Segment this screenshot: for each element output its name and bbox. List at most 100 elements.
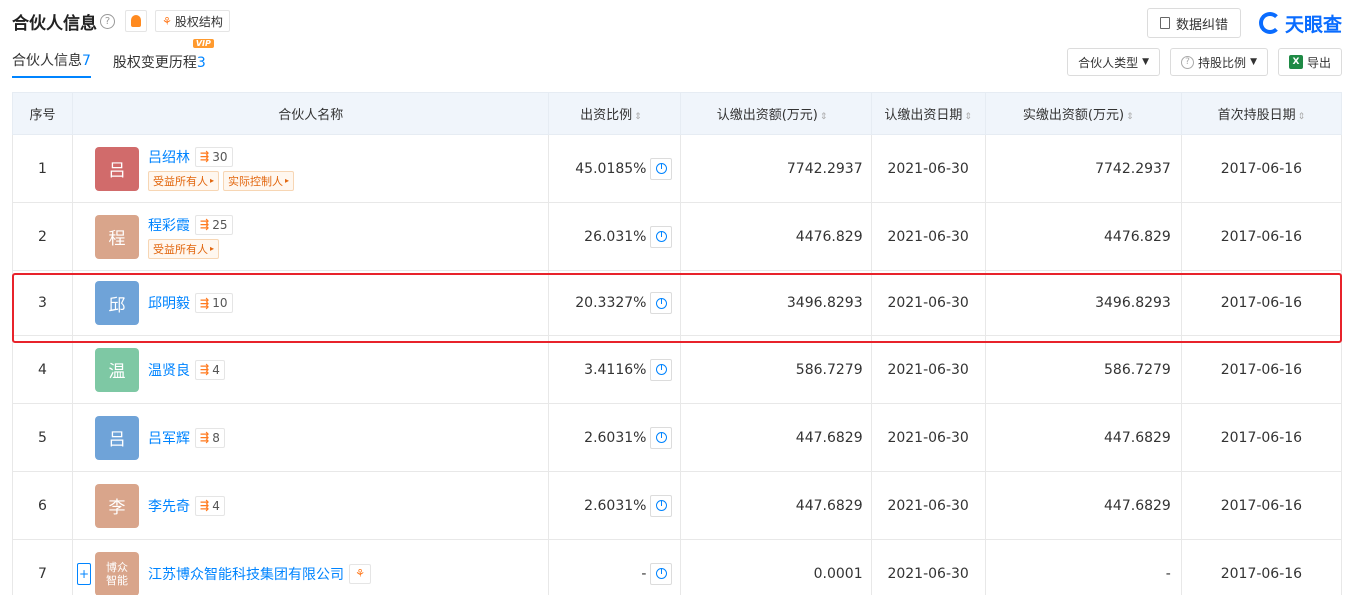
help-icon: ? [1181,55,1195,69]
role-tags: 受益所有人 ▸ 实际控制人 ▸ [148,170,298,191]
cell-subscribed-date: 2021-06-30 [870,270,986,336]
pie-chart-button[interactable] [650,225,673,248]
table-row: 2 程程彩霞 ⇶ 25 受益所有人 ▸ 26.031% 4476.829 2021-06-30 4… [11,202,1343,271]
tab-label: 合伙人信息 [12,53,82,69]
cell-first-date: 2017-06-16 [1180,270,1343,336]
holdings-badge[interactable]: ⇶ 25 [195,214,233,235]
monitor-button[interactable] [125,10,147,32]
table-row: 7 + 博众智能 江苏博众智能科技集团有限公司 ⚘ -0.0001 2021-06-30-2… [11,539,1343,595]
cell-index: 7 [11,539,74,595]
avatar: 程 [95,214,140,259]
holdings-badge[interactable]: ⇶ 4 [195,495,225,516]
expand-button[interactable]: + [77,562,92,585]
cell-ratio: 26.031% [548,202,682,271]
pie-chart-button[interactable] [650,494,673,517]
role-tag[interactable]: 受益所有人 ▸ [148,238,220,259]
col-header-name: 合伙人名称 [72,92,550,135]
equity-structure-button[interactable]: ⚘ 股权结构 [155,10,230,32]
role-tags: 受益所有人 ▸ [148,238,233,259]
avatar: 吕 [95,415,140,460]
pie-chart-icon [655,163,667,174]
pie-chart-button[interactable] [650,426,673,449]
partner-name-link[interactable]: 程彩霞 [148,215,190,235]
table-row: 4 温温贤良 ⇶ 4 3.4116% 586.7279 2021-06-30 586.7279… [11,335,1343,404]
cell-ratio: 45.0185% [548,134,682,203]
table-row: 5 吕吕军辉 ⇶ 8 2.6031% 447.6829 2021-06-30 447.6829… [11,403,1343,472]
top-right-bar: 数据纠错 天眼查 [1146,8,1342,38]
cell-paid: 447.6829 [984,403,1182,472]
partner-name-link[interactable]: 邱明毅 [148,293,190,313]
partner-name-link[interactable]: 李先奇 [148,496,190,516]
cell-first-date: 2017-06-16 [1180,134,1343,203]
partner-type-filter[interactable]: 合伙人类型 ▼ [1067,48,1161,76]
cell-subscribed: 3496.8293 [680,270,872,336]
pie-chart-button[interactable] [650,562,673,585]
partner-name-link[interactable]: 吕军辉 [148,428,190,448]
col-header-index: 序号 [11,92,74,135]
holdings-icon: ⇶ [200,218,210,231]
excel-icon: X [1288,55,1303,69]
sort-icon: ⇕ [634,112,642,122]
caret-down-icon: ▼ [1142,57,1150,67]
pie-chart-icon [655,568,667,579]
tab-bar: 合伙人信息7 股权变更历程3 VIP [12,39,228,78]
holdings-badge[interactable]: ⇶ 4 [195,359,225,380]
col-header-paid[interactable]: 实缴出资额(万元) ⇕ [984,92,1182,135]
logo-icon [1258,12,1281,34]
sort-icon: ⇕ [964,112,972,122]
pie-chart-button[interactable] [650,157,673,180]
document-icon [1159,17,1170,29]
cell-first-date: 2017-06-16 [1180,471,1343,540]
cell-index: 1 [11,134,74,203]
partner-type-label: 合伙人类型 [1078,55,1139,70]
holdings-badge[interactable]: ⇶ 10 [195,293,233,313]
cell-name: 程程彩霞 ⇶ 25 受益所有人 ▸ [72,202,550,271]
partner-name-link[interactable]: 吕绍林 [148,147,190,167]
pie-chart-icon [655,432,667,443]
role-tag[interactable]: 受益所有人 ▸ [148,170,220,191]
data-correction-label: 数据纠错 [1175,17,1228,33]
cell-subscribed: 447.6829 [680,471,872,540]
share-ratio-filter[interactable]: ? 持股比例 ▼ [1170,48,1268,76]
data-correction-button[interactable]: 数据纠错 [1146,8,1241,38]
equity-structure-label: 股权结构 [174,14,223,29]
holdings-badge[interactable]: ⇶ 8 [195,427,225,448]
holdings-icon: ⇶ [200,363,210,376]
avatar: 吕 [95,146,140,191]
cell-name: 温温贤良 ⇶ 4 [72,335,550,404]
cell-index: 4 [11,335,74,404]
cell-subscribed-date: 2021-06-30 [870,539,986,595]
role-tag[interactable]: 实际控制人 ▸ [223,170,295,191]
cell-subscribed-date: 2021-06-30 [870,134,986,203]
pie-chart-icon [655,231,667,242]
cell-subscribed: 586.7279 [680,335,872,404]
cell-ratio: 2.6031% [548,471,682,540]
cell-ratio: 20.3327% [548,270,682,336]
col-header-subscribed[interactable]: 认缴出资额(万元) ⇕ [680,92,872,135]
pie-chart-button[interactable] [650,292,673,314]
cell-index: 3 [11,270,74,336]
tab-count: 7 [82,53,91,69]
holdings-badge[interactable]: ⇶ 30 [195,146,233,167]
export-button[interactable]: X 导出 [1277,48,1342,76]
help-icon[interactable]: ? [100,13,115,29]
col-header-first-date[interactable]: 首次持股日期 ⇕ [1180,92,1343,135]
avatar: 邱 [95,281,140,325]
col-header-ratio[interactable]: 出资比例 ⇕ [548,92,682,135]
col-header-subscribed-date[interactable]: 认缴出资日期 ⇕ [870,92,986,135]
cell-subscribed: 447.6829 [680,403,872,472]
pie-chart-button[interactable] [650,358,673,381]
tab-count: 3 [196,55,206,71]
tab-partner-info[interactable]: 合伙人信息7 [12,50,91,78]
cell-name: 吕吕军辉 ⇶ 8 [72,403,550,472]
org-chart-icon[interactable]: ⚘ [349,563,372,584]
bell-icon [131,15,141,27]
tianyancha-logo: 天眼查 [1258,10,1342,37]
cell-subscribed-date: 2021-06-30 [870,471,986,540]
partner-name-link[interactable]: 江苏博众智能科技集团有限公司 [148,564,344,584]
cell-subscribed-date: 2021-06-30 [870,202,986,271]
sort-icon: ⇕ [1126,112,1134,122]
partner-name-link[interactable]: 温贤良 [148,360,190,380]
partner-table: 序号 合伙人名称 出资比例 ⇕ 认缴出资额(万元) ⇕ 认缴出资日期 ⇕ 实缴出资额(… [11,92,1343,595]
tab-equity-history[interactable]: 股权变更历程3 VIP [113,39,214,78]
